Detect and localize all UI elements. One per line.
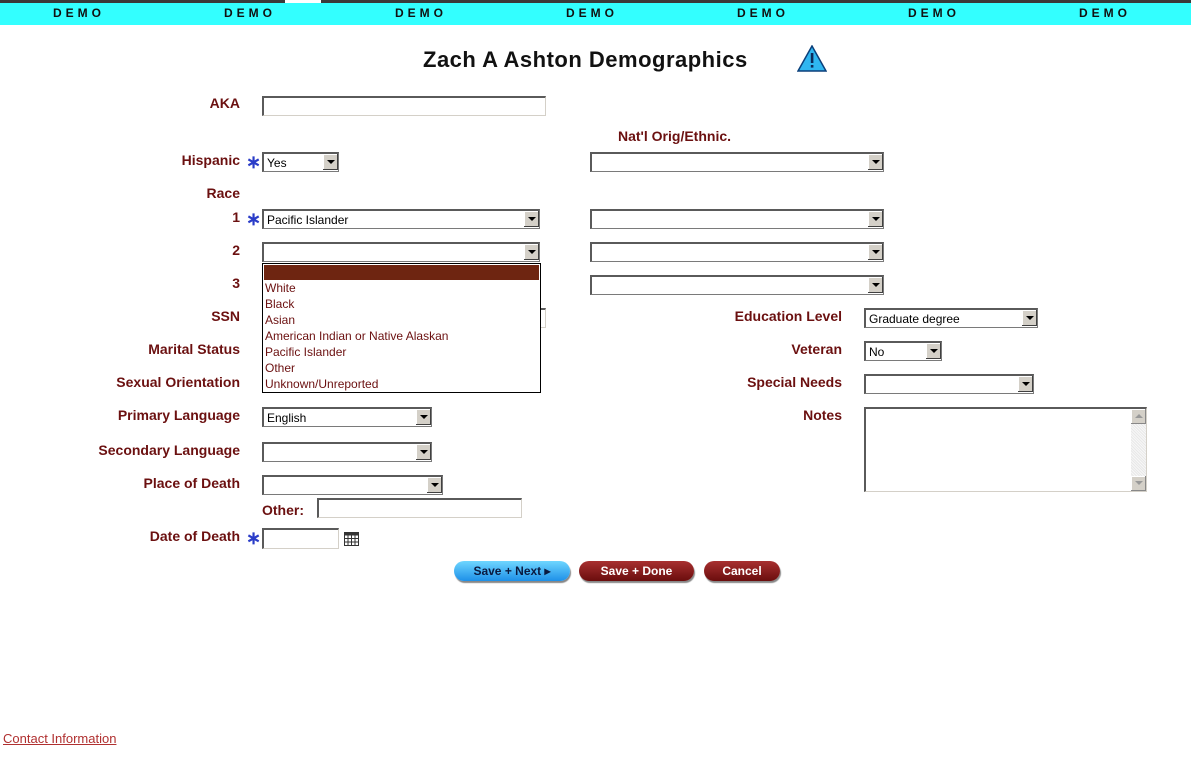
banner-text: DEMO <box>908 6 960 20</box>
banner-text: DEMO <box>566 6 618 20</box>
hispanic-value: Yes <box>267 156 287 170</box>
banner-text: DEMO <box>224 6 276 20</box>
marital-label: Marital Status <box>148 341 240 357</box>
natl-orig-select[interactable] <box>590 152 884 172</box>
race3-label: 3 <box>232 275 240 291</box>
secondary-lang-label: Secondary Language <box>98 442 240 458</box>
aka-label: AKA <box>209 95 240 111</box>
required-marker: ∗ <box>246 528 262 548</box>
chevron-down-icon[interactable] <box>426 477 442 493</box>
veteran-label: Veteran <box>791 341 842 357</box>
race1-label: 1 <box>232 209 240 225</box>
education-label: Education Level <box>734 308 842 324</box>
secondary-lang-select[interactable] <box>262 442 432 462</box>
race-label: Race <box>206 185 240 201</box>
chevron-down-icon[interactable] <box>523 244 539 260</box>
banner-text: DEMO <box>53 6 105 20</box>
primary-lang-label: Primary Language <box>117 407 240 423</box>
primary-lang-value: English <box>267 411 307 425</box>
notes-textarea[interactable] <box>864 407 1147 492</box>
page-title: Zach A Ashton Demographics <box>423 47 748 72</box>
aka-input[interactable] <box>262 96 546 116</box>
other-input[interactable] <box>317 498 522 518</box>
chevron-down-icon[interactable] <box>1021 310 1037 326</box>
race-option[interactable]: Asian <box>265 313 295 328</box>
race-option[interactable]: White <box>265 281 296 296</box>
chevron-down-icon[interactable] <box>1017 376 1033 392</box>
calendar-icon[interactable] <box>344 532 359 546</box>
notes-scrollbar[interactable] <box>1131 409 1146 491</box>
race-option[interactable]: Unknown/Unreported <box>265 377 378 392</box>
banner-text: DEMO <box>737 6 789 20</box>
date-death-input[interactable] <box>262 528 339 549</box>
race1-ethnic-select[interactable] <box>590 209 884 229</box>
race1-select[interactable]: Pacific Islander <box>262 209 540 229</box>
race2-select[interactable] <box>262 242 540 262</box>
scroll-down-icon[interactable] <box>1131 476 1146 491</box>
hispanic-label: Hispanic <box>181 152 240 168</box>
hispanic-select[interactable]: Yes <box>262 152 339 172</box>
place-death-label: Place of Death <box>143 475 240 491</box>
education-select[interactable]: Graduate degree <box>864 308 1038 328</box>
chevron-down-icon[interactable] <box>322 154 338 170</box>
required-marker: ∗ <box>246 152 262 172</box>
save-next-button[interactable]: Save + Next ▸ <box>454 561 570 581</box>
chevron-down-icon[interactable] <box>867 244 883 260</box>
primary-lang-select[interactable]: English <box>262 407 432 427</box>
chevron-down-icon[interactable] <box>867 211 883 227</box>
date-death-label: Date of Death <box>149 528 240 544</box>
race2-ethnic-select[interactable] <box>590 242 884 262</box>
race1-value: Pacific Islander <box>267 213 349 227</box>
chevron-down-icon[interactable] <box>867 154 883 170</box>
chevron-down-icon[interactable] <box>867 277 883 293</box>
sexual-label: Sexual Orientation <box>116 374 240 390</box>
scroll-up-icon[interactable] <box>1131 409 1146 424</box>
race-option[interactable]: American Indian or Native Alaskan <box>265 329 448 344</box>
race2-dropdown-list[interactable]: White Black Asian American Indian or Nat… <box>262 263 541 393</box>
ssn-label: SSN <box>211 308 240 324</box>
chevron-down-icon[interactable] <box>925 343 941 359</box>
banner-text: DEMO <box>395 6 447 20</box>
veteran-value: No <box>869 345 885 359</box>
chevron-down-icon[interactable] <box>523 211 539 227</box>
education-value: Graduate degree <box>869 312 960 326</box>
special-needs-label: Special Needs <box>747 374 842 390</box>
race-option[interactable]: Pacific Islander <box>265 345 346 360</box>
warning-icon <box>797 45 827 72</box>
banner-text: DEMO <box>1079 6 1131 20</box>
save-done-button[interactable]: Save + Done <box>579 561 694 581</box>
cancel-button[interactable]: Cancel <box>704 561 780 581</box>
race-option-blank[interactable] <box>264 265 539 280</box>
race2-label: 2 <box>232 242 240 258</box>
required-marker: ∗ <box>246 209 262 229</box>
chevron-down-icon[interactable] <box>415 409 431 425</box>
notes-label: Notes <box>803 407 842 423</box>
chevron-down-icon[interactable] <box>415 444 431 460</box>
contact-information-link[interactable]: Contact Information <box>3 731 116 746</box>
place-death-select[interactable] <box>262 475 443 495</box>
veteran-select[interactable]: No <box>864 341 942 361</box>
race-option[interactable]: Black <box>265 297 294 312</box>
other-label: Other: <box>262 502 304 518</box>
demo-banner: DEMO DEMO DEMO DEMO DEMO DEMO DEMO <box>0 3 1191 25</box>
race-option[interactable]: Other <box>265 361 295 376</box>
special-needs-select[interactable] <box>864 374 1034 394</box>
natl-orig-header: Nat'l Orig/Ethnic. <box>618 128 732 144</box>
race3-ethnic-select[interactable] <box>590 275 884 295</box>
